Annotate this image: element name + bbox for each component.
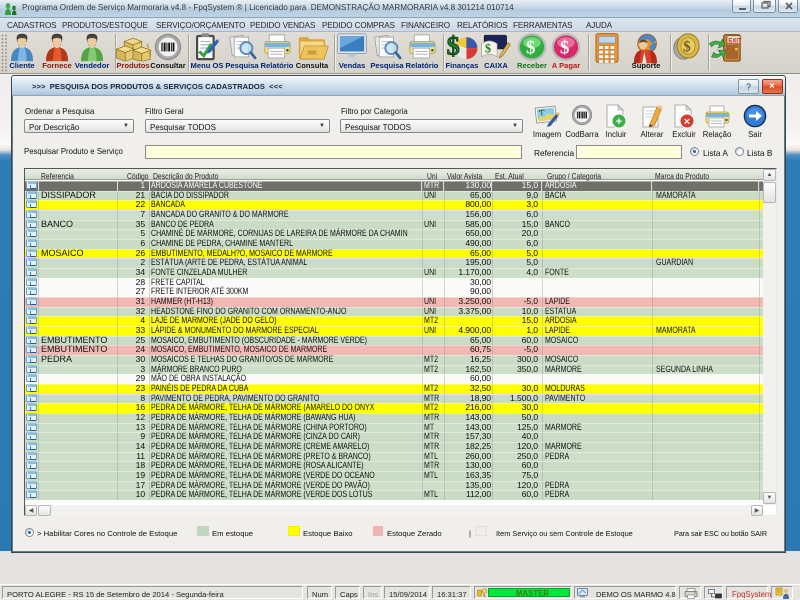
svg-text:$: $: [560, 38, 569, 59]
svg-text:$: $: [485, 42, 491, 56]
svg-text:×: ×: [684, 116, 690, 128]
svg-text:$: $: [526, 38, 535, 59]
svg-text:$: $: [683, 38, 691, 55]
svg-text:$: $: [447, 33, 460, 61]
svg-text:+: +: [616, 116, 622, 128]
svg-text:EXIT: EXIT: [728, 38, 742, 44]
